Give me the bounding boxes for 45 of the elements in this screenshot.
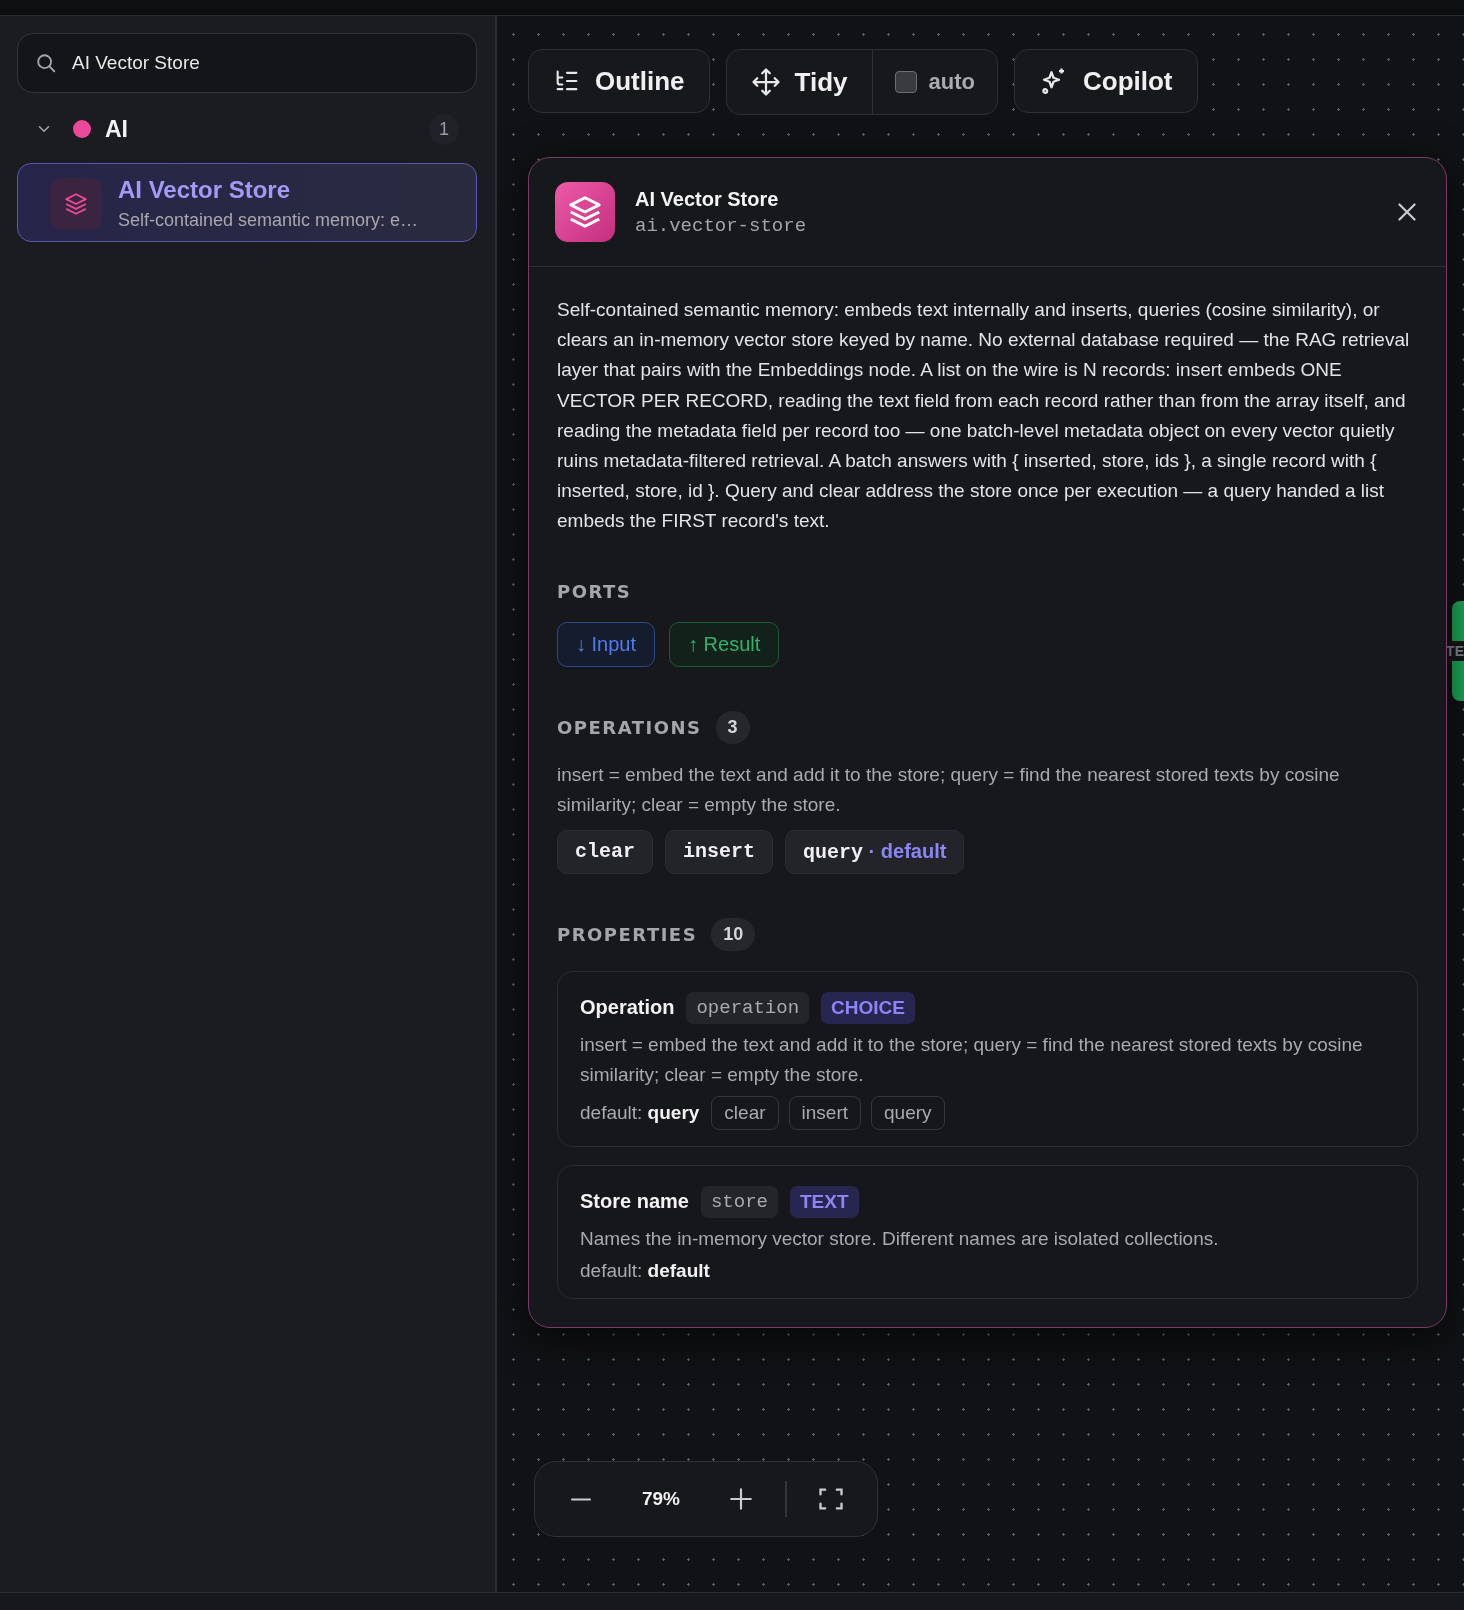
node-type-id: ai.vector-store (635, 214, 808, 237)
checkbox[interactable] (894, 71, 917, 93)
property-label: Store name (580, 1190, 689, 1214)
minus-icon (569, 1497, 593, 1501)
option-chip[interactable]: clear (711, 1095, 779, 1130)
search-icon (35, 52, 57, 74)
tidy-button[interactable]: Tidy (726, 50, 872, 114)
node-list-item[interactable]: AI Vector Store Self-contained semantic memory: e… (17, 163, 477, 242)
operation-chip[interactable]: insert (665, 829, 774, 874)
property-key: store (700, 1185, 778, 1218)
option-chip[interactable]: insert (788, 1095, 861, 1130)
default-value: default: query (580, 1101, 700, 1124)
property-type-tag: TEXT (789, 1185, 859, 1218)
port-chip[interactable]: ↑ Result (669, 621, 780, 667)
node-title: AI Vector Store (118, 176, 292, 204)
count-badge: 10 (711, 917, 756, 951)
auto-toggle[interactable]: auto (871, 50, 997, 114)
count-badge: 3 (715, 710, 750, 744)
operations-description: insert = embed the text and add it to the store; query = find the nearest stored texts by cosine similarity; clear = empty the store. (557, 762, 1341, 817)
move-arrows-icon (750, 67, 781, 97)
default-value: default: default (580, 1259, 710, 1282)
layers-icon (555, 182, 615, 242)
property-description: insert = embed the text and add it to the store; query = find the nearest stored texts by cosine similarity; clear = empty the store. (580, 1032, 1364, 1087)
category-count: 1 (429, 113, 459, 145)
plus-icon (728, 1486, 754, 1512)
node-description: Self-contained semantic memory: embeds text internally and inserts, queries (cosine similarity), or clears an in-memory vector store keyed by name. No external database required — the RAG retrieval layer that pairs with the Embeddings node. A list on the wire is N records: insert embeds ONE VECTOR PER RECORD, reading the text field from each record rather than from the array itself, and reading the metadata field per record too — one batch-level metadata object on every vector quietly ruins metadata-filtered retrieval. A batch answers with { inserted, store, ids }, a single record with { inserted, store, id }. Query and clear address the store once per execution — a query handed a list embeds the FIRST record's text. (557, 298, 1411, 534)
layers-icon (50, 177, 102, 230)
property-key: operation (686, 991, 810, 1024)
zoom-level: 79% (641, 1488, 681, 1510)
section-heading: OPERATIONS (557, 716, 702, 738)
section-heading: PROPERTIES (557, 923, 698, 945)
search-field[interactable]: AI Vector Store (17, 33, 477, 93)
property-description: Names the in-memory vector store. Different names are isolated collections. (580, 1226, 1220, 1251)
option-chip[interactable]: query (871, 1095, 945, 1130)
panel-title: AI Vector Store (635, 187, 780, 211)
property-label: Operation (580, 996, 675, 1020)
port-chip[interactable]: ↓ Input (557, 621, 656, 667)
outline-button[interactable]: Outline (528, 49, 710, 113)
operation-chip[interactable]: clear (557, 829, 653, 874)
property-type-tag: CHOICE (821, 991, 915, 1024)
node-description: Self-contained semantic memory: e… (118, 210, 419, 231)
copilot-button[interactable]: Copilot (1014, 49, 1198, 113)
section-heading: PORTS (557, 580, 632, 602)
category-name[interactable]: AI (105, 115, 415, 143)
operation-chip[interactable]: query · default (785, 829, 965, 874)
